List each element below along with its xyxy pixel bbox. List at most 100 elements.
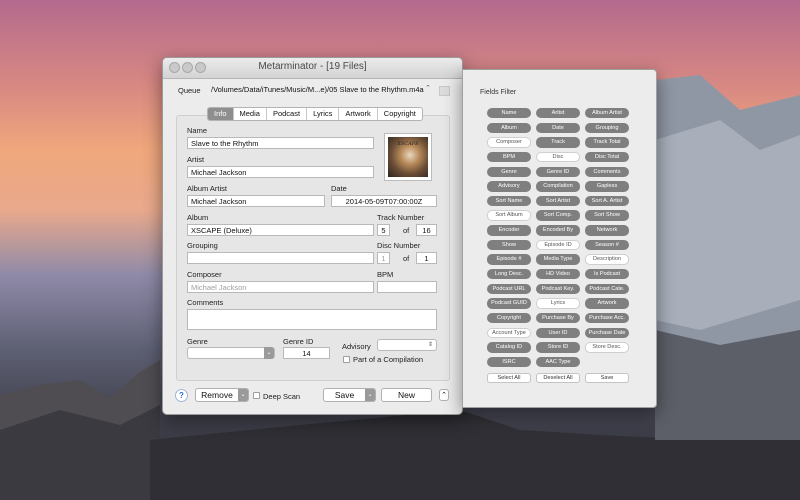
field-toggle-disc[interactable]: Disc (536, 151, 580, 163)
track-total-field[interactable]: 16 (416, 224, 437, 236)
disc-total-field[interactable]: 1 (416, 252, 437, 264)
deselect-all-button[interactable]: Deselect All (536, 373, 580, 383)
field-toggle-user-id[interactable]: User ID (536, 327, 580, 338)
field-toggle-encoded-by[interactable]: Encoded By (536, 225, 580, 236)
field-toggle-sort-artist[interactable]: Sort Artist (536, 195, 580, 207)
field-toggle-date[interactable]: Date (536, 122, 580, 134)
advisory-popup[interactable]: ⇕ (377, 339, 437, 351)
field-toggle-sort-show[interactable]: Sort Show (585, 210, 629, 221)
remove-menu-chevron-icon[interactable]: ⌄ (238, 389, 248, 401)
disc-number-label: Disc Number (377, 241, 421, 250)
disc-number-field[interactable]: 1 (377, 252, 390, 264)
tab-podcast[interactable]: Podcast (267, 108, 308, 120)
save-button[interactable]: Save ⌄ (323, 388, 376, 402)
album-artist-field[interactable]: Michael Jackson (187, 195, 325, 207)
tab-copyright[interactable]: Copyright (378, 108, 422, 120)
field-toggle-hd-video[interactable]: HD Video (536, 269, 580, 280)
name-field[interactable]: Slave to the Rhythm (187, 137, 374, 149)
chevron-down-icon[interactable]: ⌄ (264, 347, 274, 359)
tab-lyrics[interactable]: Lyrics (307, 108, 340, 120)
field-toggle-show[interactable]: Show (487, 239, 531, 251)
field-toggle-sort-album[interactable]: Sort Album (487, 210, 531, 221)
field-toggle-disc-total[interactable]: Disc Total (585, 151, 629, 163)
tab-media[interactable]: Media (234, 108, 267, 120)
field-toggle-isrc[interactable]: ISRC (487, 356, 531, 368)
deep-scan-checkbox[interactable] (253, 392, 260, 399)
field-toggle-artwork[interactable]: Artwork (585, 298, 629, 309)
track-number-field[interactable]: 5 (377, 224, 390, 236)
field-toggle-composer[interactable]: Composer (487, 137, 531, 148)
queue-chevron-icon[interactable]: ⌃ (425, 84, 431, 92)
date-field[interactable]: 2014-05-09T07:00:00Z (331, 195, 437, 207)
queue-select[interactable]: /Volumes/Data/iTunes/Music/M...e)/05 Sla… (207, 84, 437, 96)
disclosure-up-icon[interactable]: ⌃ (439, 389, 449, 401)
tab-artwork[interactable]: Artwork (339, 108, 378, 120)
metarminator-window: Metarminator - [19 Files] Queue /Volumes… (162, 57, 463, 415)
queue-extra-icon[interactable] (439, 86, 450, 96)
field-toggle-artist[interactable]: Artist (536, 108, 580, 119)
panel-save-button[interactable]: Save (585, 373, 629, 383)
field-toggle-podcast-key[interactable]: Podcast Key. (536, 283, 580, 295)
field-toggle-genre-id[interactable]: Genre ID (536, 166, 580, 177)
field-toggle-purchase-acc[interactable]: Purchase Acc. (585, 312, 629, 324)
field-toggle-gapless[interactable]: Gapless (585, 181, 629, 192)
field-toggle-sort-comp[interactable]: Sort Comp. (536, 210, 580, 221)
field-toggle-compilation[interactable]: Compilation (536, 181, 580, 192)
select-all-button[interactable]: Select All (487, 373, 531, 383)
album-artist-label: Album Artist (187, 184, 228, 193)
field-toggle-track-total[interactable]: Track Total (585, 137, 629, 148)
field-toggle-podcast-cate[interactable]: Podcast Cate. (585, 283, 629, 295)
genre-id-field[interactable]: 14 (283, 347, 330, 359)
field-toggle-sort-name[interactable]: Sort Name (487, 195, 531, 207)
remove-button[interactable]: Remove ⌄ (195, 388, 249, 402)
composer-field[interactable]: Michael Jackson (187, 281, 374, 293)
field-toggle-is-podcast[interactable]: Is Podcast (585, 269, 629, 280)
field-toggle-store-id[interactable]: Store ID (536, 342, 580, 353)
field-toggle-encoder[interactable]: Encoder (487, 225, 531, 236)
name-label: Name (187, 126, 208, 135)
genre-combobox[interactable]: ⌄ (187, 347, 275, 359)
field-toggle-advisory[interactable]: Advisory (487, 181, 531, 192)
field-toggle-long-desc[interactable]: Long Desc. (487, 269, 531, 280)
album-field[interactable]: XSCAPE (Deluxe) (187, 224, 374, 236)
new-button[interactable]: New (381, 388, 432, 402)
comments-field[interactable] (187, 309, 437, 330)
save-menu-chevron-icon[interactable]: ⌄ (365, 389, 375, 401)
help-button[interactable]: ? (175, 389, 188, 402)
field-toggle-store-desc[interactable]: Store Desc. (585, 342, 629, 353)
field-toggle-episode[interactable]: Episode # (487, 254, 531, 265)
field-toggle-account-type[interactable]: Account Type (487, 327, 531, 338)
field-toggle-network[interactable]: Network (585, 225, 629, 236)
field-toggle-season[interactable]: Season # (585, 239, 629, 251)
field-toggle-podcast-guid[interactable]: Podcast GUID (487, 298, 531, 309)
grouping-field[interactable] (187, 252, 374, 264)
title-bar[interactable]: Metarminator - [19 Files] (163, 58, 462, 79)
compilation-checkbox[interactable] (343, 356, 350, 363)
field-toggle-comments[interactable]: Comments (585, 166, 629, 177)
field-toggle-copyright[interactable]: Copyright (487, 312, 531, 324)
field-toggle-name[interactable]: Name (487, 108, 531, 119)
field-toggle-lyrics[interactable]: Lyrics (536, 298, 580, 309)
field-toggle-description[interactable]: Description (585, 254, 629, 265)
field-toggle-podcast-url[interactable]: Podcast URL (487, 283, 531, 295)
field-toggle-album-artist[interactable]: Album Artist (585, 108, 629, 119)
fields-filter-grid: Name Artist Album Artist Album Date Grouping C… (487, 108, 629, 368)
bpm-field[interactable] (377, 281, 437, 293)
field-toggle-grouping[interactable]: Grouping (585, 122, 629, 134)
field-toggle-purchase-date[interactable]: Purchase Date (585, 327, 629, 338)
comments-label: Comments (187, 298, 224, 307)
field-toggle-album[interactable]: Album (487, 122, 531, 134)
field-toggle-media-type[interactable]: Media Type (536, 254, 580, 265)
tab-info[interactable]: Info (208, 108, 234, 120)
artwork-thumbnail[interactable]: XSCAPE (384, 133, 432, 181)
field-toggle-catalog-id[interactable]: Catalog ID (487, 342, 531, 353)
field-toggle-episode-id[interactable]: Episode ID (536, 239, 580, 251)
field-toggle-sort-a-artist[interactable]: Sort A. Artist (585, 195, 629, 207)
field-toggle-purchase-by[interactable]: Purchase By (536, 312, 580, 324)
album-label: Album (187, 213, 209, 222)
field-toggle-genre[interactable]: Genre (487, 166, 531, 177)
field-toggle-bpm[interactable]: BPM (487, 151, 531, 163)
field-toggle-track[interactable]: Track (536, 137, 580, 148)
artist-field[interactable]: Michael Jackson (187, 166, 374, 178)
field-toggle-aac-type[interactable]: AAC Type (536, 356, 580, 368)
